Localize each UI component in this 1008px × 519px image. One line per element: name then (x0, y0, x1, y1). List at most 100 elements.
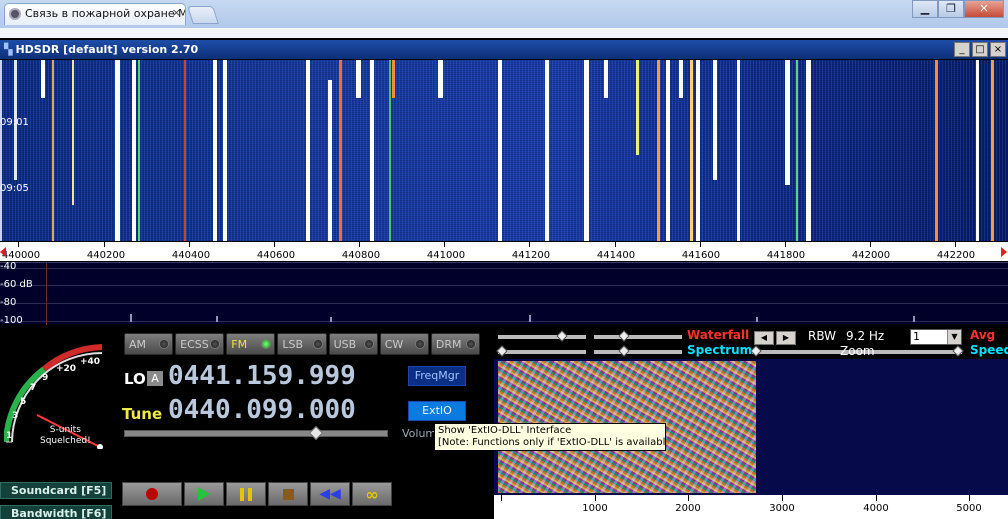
scroll-right-icon[interactable] (1001, 247, 1007, 257)
s-meter-scale-label: +40 (80, 357, 101, 367)
new-tab-button[interactable] (187, 6, 219, 24)
mode-lsb-button[interactable]: LSB (277, 333, 327, 355)
scroll-left-icon[interactable] (0, 247, 6, 257)
address-bar[interactable] (0, 28, 1008, 38)
close-tab-icon[interactable]: × (172, 6, 181, 19)
freq-tick (18, 242, 19, 247)
mode-led-icon (261, 339, 272, 349)
slider-thumb[interactable] (496, 345, 508, 357)
s-meter-scale-label: 5 (20, 397, 27, 407)
mode-led-icon (312, 339, 323, 349)
app-maximize-button[interactable]: □ (972, 42, 988, 57)
s-meter-scale-label: 3 (12, 411, 19, 421)
avg-select[interactable]: 1 ▼ (910, 329, 962, 345)
play-button[interactable] (184, 482, 224, 506)
waterfall-slider-2[interactable] (594, 330, 682, 342)
freq-label: 441200 (511, 250, 551, 261)
freq-label: 440600 (256, 250, 296, 261)
spectrum-db-label: -40 (0, 261, 17, 272)
spectrum-peak (216, 316, 218, 322)
tune-slider-thumb[interactable] (308, 425, 324, 441)
s-meter-scale-label: +20 (56, 364, 77, 374)
rbw-value: 9.2 Hz (846, 329, 885, 343)
spectrum-slider-1[interactable] (496, 345, 586, 357)
rbw-left-button[interactable]: ◀ (754, 331, 774, 345)
mode-label: LSB (282, 338, 304, 351)
audio-tick (969, 495, 970, 501)
app-minimize-button[interactable]: _ (954, 42, 970, 57)
signal-line (584, 60, 589, 241)
rf-waterfall[interactable]: 09:01 09:05 (0, 60, 1008, 241)
freq-tick (529, 242, 530, 247)
close-window-button[interactable]: ✕ (964, 0, 1004, 18)
audio-tick (595, 495, 596, 501)
signal-line (604, 60, 608, 98)
mode-usb-button[interactable]: USB (328, 333, 378, 355)
mode-led-icon (159, 339, 170, 349)
mode-ecss-button[interactable]: ECSS (175, 333, 225, 355)
mode-label: DRM (435, 338, 462, 351)
freq-label: 441400 (596, 250, 636, 261)
waterfall-noise (0, 60, 1008, 241)
tune-slider[interactable] (124, 425, 388, 441)
lo-a-button[interactable]: A (147, 371, 163, 386)
signal-line (370, 60, 374, 241)
squelch-status: S-units Squelched! (40, 425, 91, 447)
freq-label: 442200 (936, 250, 976, 261)
s-meter-scale-label: 7 (30, 383, 37, 393)
waterfall-time-label: 09:05 (0, 183, 29, 194)
restore-button[interactable]: ❐ (938, 0, 964, 18)
record-button[interactable] (122, 482, 182, 506)
spectrum-slider-2[interactable] (594, 345, 682, 357)
rbw-right-button[interactable]: ▶ (776, 331, 796, 345)
rewind-button[interactable]: ◀◀ (310, 482, 350, 506)
signal-line (339, 60, 342, 241)
slider-thumb[interactable] (618, 345, 630, 357)
minimize-button[interactable]: ▁ (912, 0, 938, 18)
spectrum-peak (756, 317, 758, 322)
signal-line (438, 60, 443, 98)
s-meter-scale-label: 1 (6, 431, 13, 441)
lo-frequency-display[interactable]: 0441.159.999 (168, 361, 356, 391)
signal-line (713, 60, 717, 180)
signal-line (657, 60, 660, 241)
waterfall-time-label: 09:01 (0, 117, 29, 128)
extio-button[interactable]: ExtIO (408, 401, 466, 421)
tune-frequency-display[interactable]: 0440.099.000 (168, 395, 356, 425)
freq-label: 440400 (171, 250, 211, 261)
audio-freq-label: 1000 (582, 503, 608, 514)
freqmgr-button[interactable]: FreqMgr (408, 366, 466, 386)
soundcard-button[interactable]: Soundcard [F5] (0, 482, 112, 499)
bandwidth-button[interactable]: Bandwidth [F6] (0, 505, 112, 519)
app-window-controls: _ □ × (954, 42, 1006, 57)
app-close-button[interactable]: × (990, 42, 1006, 57)
mode-drm-button[interactable]: DRM (430, 333, 480, 355)
signal-line (132, 60, 136, 241)
freq-tick (189, 242, 190, 247)
signal-line (392, 60, 395, 98)
mode-cw-button[interactable]: CW (379, 333, 429, 355)
mode-label: AM (129, 338, 147, 351)
signal-line (935, 60, 938, 241)
audio-tick (501, 495, 502, 501)
signal-line (679, 60, 683, 98)
mode-fm-button[interactable]: FM (226, 333, 276, 355)
pause-button[interactable] (226, 482, 266, 506)
browser-tab[interactable]: Связь в пожарной охране Мо × (4, 3, 186, 25)
slider-thumb[interactable] (618, 330, 630, 342)
control-panel: 1 3 5 7 9 +20 +40 S-units Squelched! AM … (0, 325, 494, 519)
audio-freq-label: 3000 (769, 503, 795, 514)
slider-thumb[interactable] (556, 330, 568, 342)
slider-thumb[interactable] (952, 345, 964, 357)
rf-spectrum[interactable]: -40 -60 dB -80 -100 (0, 261, 1008, 326)
loop-button[interactable]: ∞ (352, 482, 392, 506)
freq-label: 441000 (426, 250, 466, 261)
stop-button[interactable] (268, 482, 308, 506)
avg-value: 1 (913, 330, 920, 343)
waterfall-slider-1[interactable] (498, 330, 586, 342)
freq-label: 441600 (681, 250, 721, 261)
signal-line (115, 60, 120, 241)
frequency-scale[interactable]: 440000 440200 440400 440600 440800 44100… (0, 241, 1008, 261)
hdsdr-logo-icon: ▚ (4, 43, 13, 56)
mode-am-button[interactable]: AM (124, 333, 174, 355)
